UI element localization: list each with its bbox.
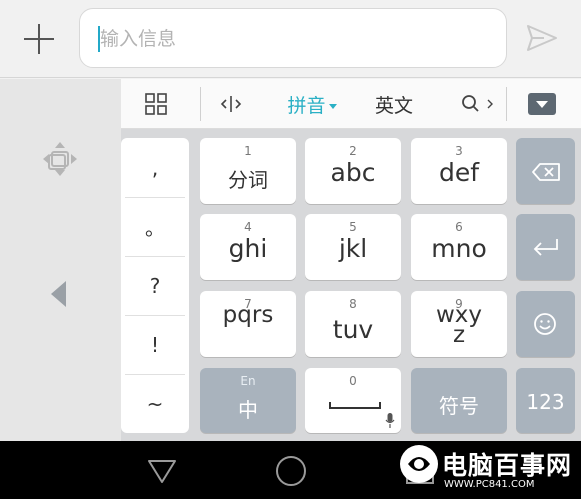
key-4[interactable]: 4 ghi	[200, 214, 296, 280]
key-number: 0	[349, 374, 357, 388]
key-number: 8	[349, 297, 357, 311]
key-label: jkl	[338, 234, 368, 263]
key-5[interactable]: 5 jkl	[305, 214, 401, 280]
microphone-icon	[385, 413, 395, 428]
english-tab-label: 英文	[374, 94, 413, 117]
key-label: wxyz	[435, 302, 483, 348]
compose-bar	[0, 0, 581, 78]
keyboard: 拼音 英文 , 。 ? ! ~ 1 分词 2 abc 3 def 4 ghi 5…	[0, 79, 581, 441]
key-3[interactable]: 3 def	[411, 138, 507, 204]
cursor-move-icon[interactable]	[213, 79, 249, 129]
key-2[interactable]: 2 abc	[305, 138, 401, 204]
send-icon[interactable]	[524, 22, 560, 54]
chinese-english-toggle-key[interactable]: En 中	[200, 368, 296, 433]
pinyin-tab-label: 拼音	[287, 94, 326, 117]
chevron-down-icon	[328, 103, 337, 109]
move-keyboard-icon[interactable]	[40, 139, 80, 179]
add-attachment-icon[interactable]	[22, 22, 56, 56]
key-label: ghi	[228, 234, 268, 263]
keyboard-side-panel	[0, 79, 121, 441]
key-6[interactable]: 6 mno	[411, 214, 507, 280]
collapse-left-icon[interactable]	[48, 279, 70, 309]
smiley-icon	[534, 313, 556, 335]
screen: 拼音 英文 , 。 ? !	[0, 0, 581, 499]
message-input[interactable]	[100, 23, 490, 55]
pinyin-tab[interactable]: 拼音	[281, 79, 343, 129]
key-number: 2	[349, 144, 357, 158]
numeric-key[interactable]: 123	[516, 368, 575, 433]
watermark: 电脑百事网 WWW.PC841.COM	[398, 443, 581, 497]
punctuation-list: , 。 ? ! ~	[121, 138, 189, 433]
punct-tilde-key[interactable]: ~	[121, 374, 189, 433]
key-label: 分词	[228, 168, 268, 192]
toggle-secondary-label: En	[240, 374, 256, 388]
key-label: mno	[431, 234, 487, 263]
backspace-key[interactable]	[516, 138, 575, 204]
key-9[interactable]: 9 wxyz	[411, 291, 507, 357]
hide-keyboard-icon[interactable]	[528, 93, 556, 115]
key-number: 3	[455, 144, 463, 158]
english-tab[interactable]: 英文	[367, 79, 421, 129]
back-icon[interactable]	[147, 458, 177, 484]
watermark-text: 电脑百事网	[442, 451, 573, 480]
key-label: pqrs	[222, 302, 274, 328]
symbols-key[interactable]: 符号	[411, 368, 507, 433]
message-input-box[interactable]	[79, 8, 507, 68]
toolbar-divider	[506, 87, 507, 121]
key-number: 6	[455, 220, 463, 234]
space-icon	[329, 402, 381, 409]
punct-question-key[interactable]: ?	[121, 256, 189, 315]
key-8[interactable]: 8 tuv	[305, 291, 401, 357]
watermark-logo	[400, 445, 438, 483]
key-label: def	[438, 158, 480, 187]
space-key[interactable]: 0	[305, 368, 401, 433]
symbols-label: 符号	[439, 394, 479, 418]
backspace-icon	[532, 163, 560, 181]
key-number: 5	[349, 220, 357, 234]
punct-comma-key[interactable]: ,	[121, 138, 189, 197]
key-7[interactable]: 7 pqrs	[200, 291, 296, 357]
punct-exclaim-key[interactable]: !	[121, 315, 189, 374]
key-1[interactable]: 1 分词	[200, 138, 296, 204]
key-label: tuv	[332, 315, 374, 344]
key-number: 4	[244, 220, 252, 234]
emoji-key[interactable]	[516, 291, 575, 357]
enter-key[interactable]	[516, 214, 575, 280]
search-icon[interactable]	[455, 79, 501, 129]
grid-menu-icon[interactable]	[135, 79, 177, 129]
key-number: 1	[244, 144, 252, 158]
toggle-primary-label: 中	[238, 398, 258, 422]
ime-toolbar: 拼音 英文	[121, 79, 581, 129]
watermark-url: WWW.PC841.COM	[444, 479, 535, 490]
home-icon[interactable]	[276, 456, 306, 486]
numeric-label: 123	[526, 390, 565, 414]
toolbar-divider	[200, 87, 201, 121]
enter-icon	[533, 239, 558, 256]
punct-period-key[interactable]: 。	[121, 197, 189, 256]
key-label: abc	[330, 158, 376, 187]
